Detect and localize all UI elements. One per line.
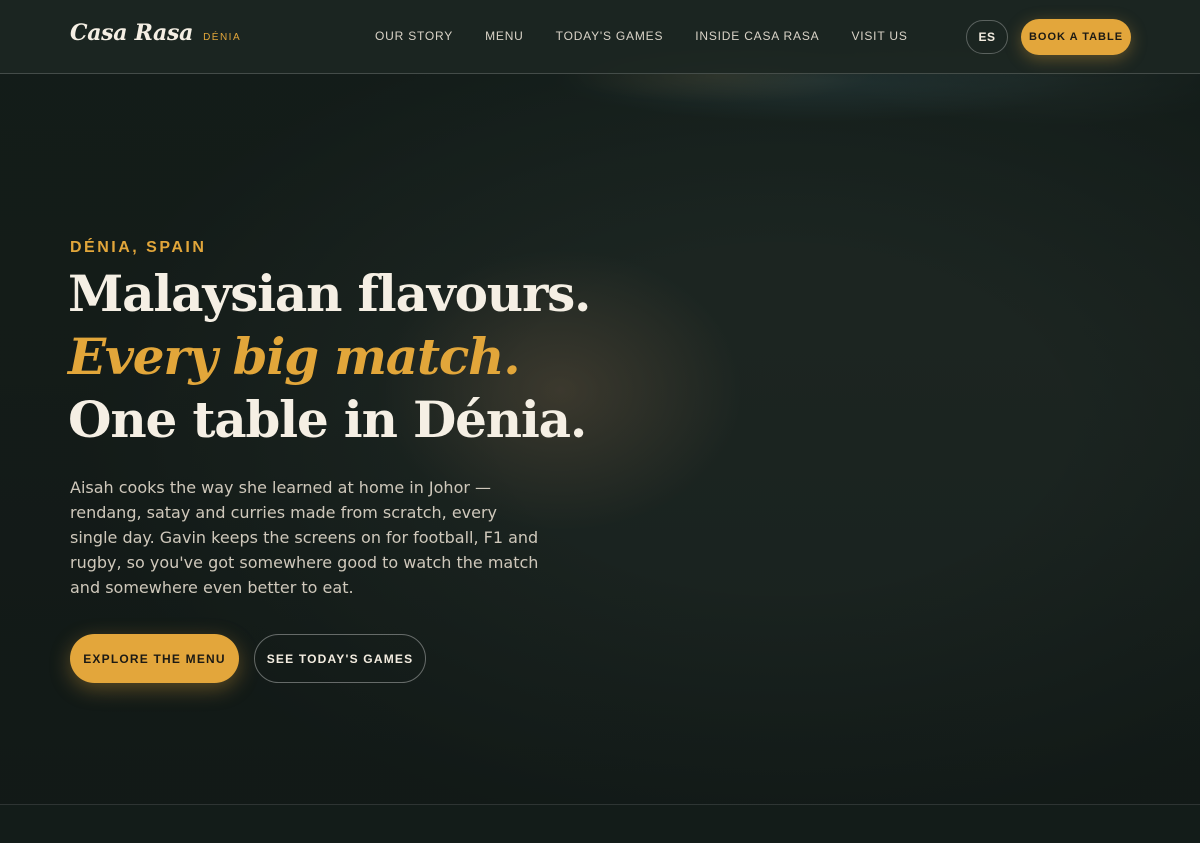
nav-our-story[interactable]: OUR STORY <box>375 29 453 43</box>
headline-line-1: Malaysian flavours. <box>68 264 591 323</box>
brand-name: Casa Rasa <box>70 20 194 46</box>
nav-todays-games[interactable]: TODAY'S GAMES <box>556 29 664 43</box>
headline-line-2: Every big match. <box>68 327 521 386</box>
see-todays-games-button[interactable]: SEE TODAY'S GAMES <box>254 634 426 683</box>
main-nav: OUR STORY MENU TODAY'S GAMES INSIDE CASA… <box>375 29 940 43</box>
headline-line-3: One table in Dénia. <box>68 390 587 449</box>
nav-inside-casa-rasa[interactable]: INSIDE CASA RASA <box>695 29 819 43</box>
brand-location: DÉNIA <box>203 32 242 43</box>
nav-visit-us[interactable]: VISIT US <box>851 29 907 43</box>
next-section <box>0 805 1200 843</box>
site-header: Casa Rasa DÉNIA OUR STORY MENU TODAY'S G… <box>0 0 1200 74</box>
hero-headline: Malaysian flavours. Every big match. One… <box>68 262 688 451</box>
brand-logo[interactable]: Casa Rasa DÉNIA <box>70 20 241 46</box>
hero-eyebrow: DÉNIA, SPAIN <box>70 239 207 256</box>
nav-menu[interactable]: MENU <box>485 29 524 43</box>
hero-intro: Aisah cooks the way she learned at home … <box>70 478 539 597</box>
explore-menu-button[interactable]: EXPLORE THE MENU <box>70 634 239 683</box>
book-table-button[interactable]: BOOK A TABLE <box>1021 19 1131 55</box>
language-toggle-button[interactable]: ES <box>966 20 1008 54</box>
